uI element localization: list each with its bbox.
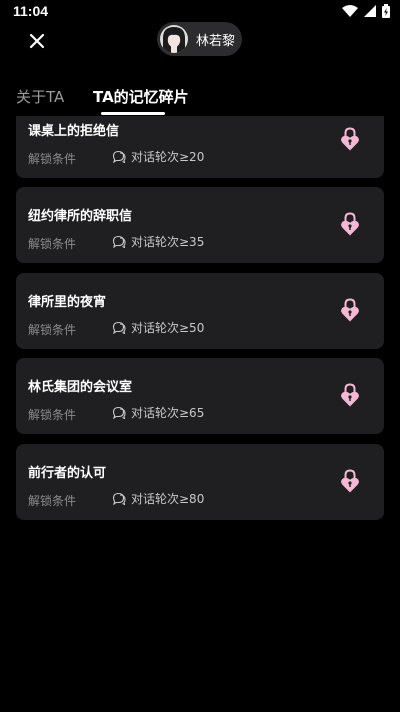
cellular-signal-icon	[364, 5, 376, 17]
memory-card[interactable]: 律所里的夜宵 解锁条件 对话轮次≥50	[16, 273, 384, 349]
status-time: 11:04	[13, 3, 49, 19]
chat-bubble-icon	[112, 492, 126, 505]
chat-bubble-icon	[112, 406, 126, 419]
unlock-label: 解锁条件	[28, 323, 77, 337]
unlock-condition-text: 对话轮次≥65	[131, 406, 205, 420]
tab-bar: 关于TA TA的记忆碎片	[0, 80, 400, 116]
tab-about[interactable]: 关于TA	[16, 86, 64, 107]
unlock-condition: 对话轮次≥20	[112, 148, 204, 165]
unlock-label: 解锁条件	[28, 237, 77, 251]
memory-title: 前行者的认可	[28, 466, 107, 481]
memory-card[interactable]: 课桌上的拒绝信 解锁条件 对话轮次≥20	[16, 116, 384, 178]
unlock-condition: 对话轮次≥65	[112, 404, 204, 421]
lock-icon[interactable]	[340, 382, 360, 408]
memory-list[interactable]: 课桌上的拒绝信 解锁条件 对话轮次≥20 纽约律所的辞职信 解锁条件 对话轮次≥…	[0, 116, 400, 712]
unlock-condition-text: 对话轮次≥20	[131, 150, 205, 164]
character-name: 林若黎	[196, 33, 236, 49]
lock-icon[interactable]	[340, 126, 360, 152]
chat-bubble-icon	[112, 321, 126, 334]
lock-icon[interactable]	[340, 468, 360, 494]
close-button[interactable]	[24, 28, 50, 54]
memory-title: 林氏集团的会议室	[28, 380, 133, 395]
close-icon	[29, 33, 45, 49]
avatar	[160, 25, 188, 53]
unlock-condition-text: 对话轮次≥80	[131, 492, 205, 506]
memory-title: 纽约律所的辞职信	[28, 209, 133, 224]
memory-card[interactable]: 林氏集团的会议室 解锁条件 对话轮次≥65	[16, 358, 384, 434]
battery-charging-icon	[382, 4, 390, 18]
lock-icon[interactable]	[340, 211, 360, 237]
memory-card[interactable]: 前行者的认可 解锁条件 对话轮次≥80	[16, 444, 384, 520]
unlock-condition: 对话轮次≥80	[112, 490, 204, 507]
chat-bubble-icon	[112, 150, 126, 163]
lock-icon[interactable]	[340, 297, 360, 323]
unlock-condition-text: 对话轮次≥35	[131, 235, 205, 249]
chat-bubble-icon	[112, 235, 126, 248]
status-icons	[342, 4, 390, 18]
tab-memory-fragments[interactable]: TA的记忆碎片	[93, 86, 189, 107]
unlock-label: 解锁条件	[28, 152, 77, 166]
active-tab-indicator	[101, 112, 165, 115]
unlock-condition-text: 对话轮次≥50	[131, 321, 205, 335]
memory-card[interactable]: 纽约律所的辞职信 解锁条件 对话轮次≥35	[16, 187, 384, 263]
unlock-condition: 对话轮次≥50	[112, 319, 204, 336]
character-profile-chip[interactable]: 林若黎	[157, 22, 242, 56]
unlock-label: 解锁条件	[28, 494, 77, 508]
memory-title: 律所里的夜宵	[28, 295, 107, 310]
wifi-icon	[342, 5, 358, 17]
unlock-label: 解锁条件	[28, 408, 77, 422]
status-bar: 11:04	[0, 0, 400, 24]
unlock-condition: 对话轮次≥35	[112, 233, 204, 250]
memory-title: 课桌上的拒绝信	[28, 124, 120, 139]
